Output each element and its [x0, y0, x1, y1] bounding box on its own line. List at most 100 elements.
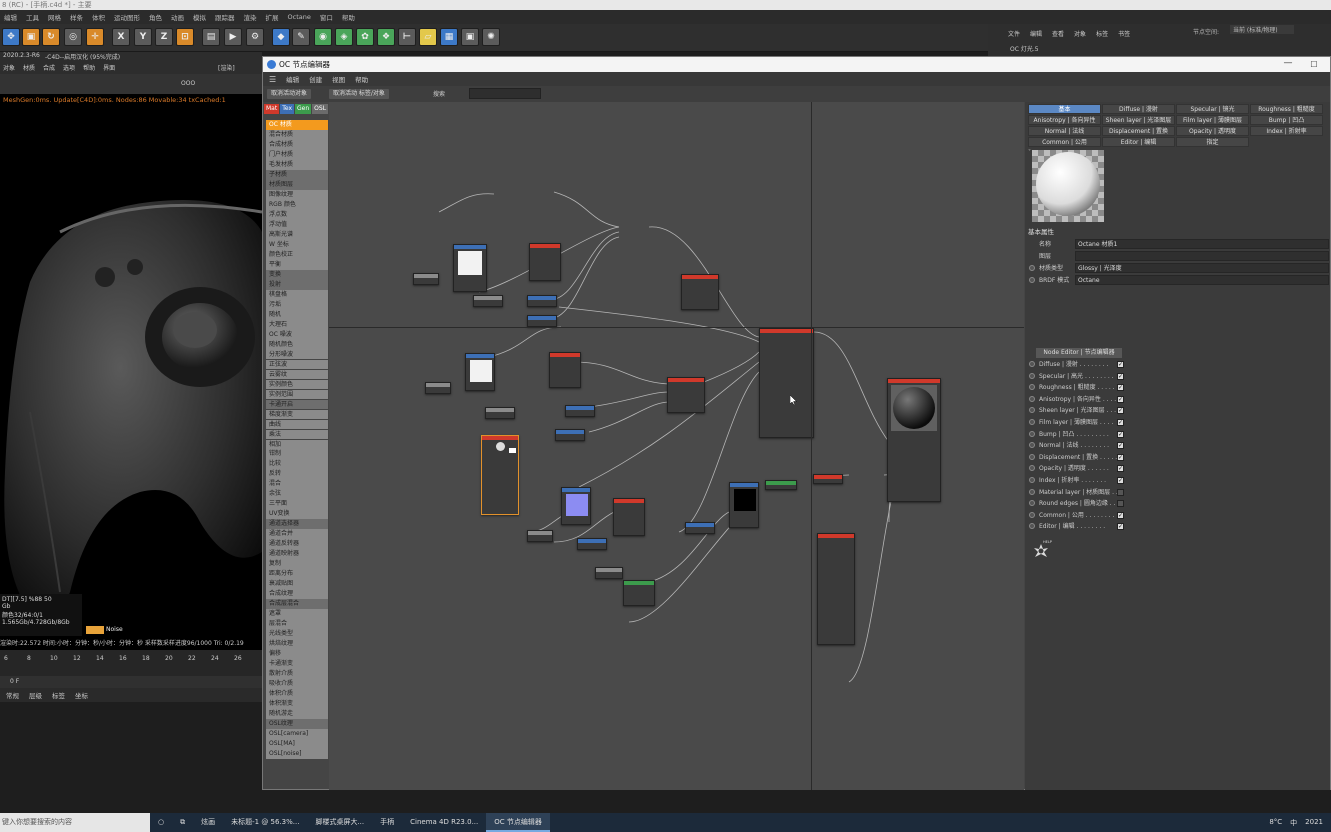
- menu-item[interactable]: 工具: [26, 12, 39, 22]
- name-field[interactable]: Octane 材质1: [1075, 239, 1329, 249]
- octane-material-node-2[interactable]: [817, 533, 855, 645]
- node-list-item[interactable]: 高斯光谱: [266, 229, 328, 240]
- menu-item[interactable]: 样条: [70, 12, 83, 22]
- node-list-item[interactable]: 三平面: [266, 499, 328, 510]
- taskbar-app[interactable]: 脚楼式桌屏大...: [307, 813, 372, 832]
- projection-node[interactable]: [473, 295, 503, 307]
- octane-menu-item[interactable]: 视图: [332, 74, 345, 84]
- node-list-item[interactable]: 平衡: [266, 259, 328, 270]
- viewport-menu-item[interactable]: 对象: [3, 63, 15, 72]
- composite-node[interactable]: [667, 377, 705, 413]
- tray-item[interactable]: 8°C: [1269, 818, 1282, 828]
- property-tab[interactable]: Film layer | 薄膜图层: [1176, 115, 1249, 125]
- select-tool-icon[interactable]: ◎: [64, 28, 82, 46]
- node-list-item[interactable]: 比较: [266, 459, 328, 470]
- float-node-1[interactable]: [527, 295, 557, 307]
- help-icon[interactable]: [1032, 542, 1050, 560]
- property-tab[interactable]: Specular | 镜光: [1176, 104, 1249, 114]
- node-list-item[interactable]: 通道反转器: [266, 539, 328, 550]
- menu-item[interactable]: 动画: [171, 12, 184, 22]
- channel-checkbox[interactable]: ✓: [1117, 442, 1124, 450]
- node-list-item[interactable]: 衰减贴图: [266, 579, 328, 590]
- node-list-item[interactable]: 实例范围: [266, 389, 328, 400]
- node-list-item[interactable]: OSL纹理: [266, 719, 328, 729]
- node-list-item[interactable]: 距离分布: [266, 569, 328, 580]
- node-list-item[interactable]: 棋盘格: [266, 289, 328, 300]
- node-list-item[interactable]: RGB 颜色: [266, 199, 328, 210]
- om-menu-item[interactable]: 对象: [1074, 29, 1086, 38]
- animate-radio-icon[interactable]: [1029, 419, 1035, 425]
- channel-checkbox[interactable]: ✓: [1117, 453, 1124, 461]
- animate-radio-icon[interactable]: [1029, 477, 1035, 483]
- menu-item[interactable]: 模拟: [193, 12, 206, 22]
- channel-checkbox[interactable]: ✓: [1117, 477, 1124, 484]
- y-axis-icon[interactable]: Y: [134, 28, 152, 46]
- timeline[interactable]: 6 8 10 12 14 16 18 20 22 24 26: [0, 650, 262, 676]
- material-type-select[interactable]: Glossy | 光泽度: [1075, 263, 1329, 273]
- taskbar-app[interactable]: 炫画: [193, 813, 223, 832]
- node-list-item[interactable]: 浮动值: [266, 219, 328, 230]
- taskbar-app[interactable]: 未标题-1 @ 56.3%...: [223, 813, 307, 832]
- property-tab[interactable]: 指定: [1176, 137, 1249, 147]
- animate-radio-icon[interactable]: [1029, 361, 1035, 367]
- node-list-item[interactable]: UV变换: [266, 509, 328, 520]
- object-item[interactable]: OC 灯光.5: [1010, 44, 1039, 53]
- taskbar-app[interactable]: Cinema 4D R23.0...: [402, 813, 486, 832]
- node-editor-button[interactable]: Node Editor | 节点编辑器: [1036, 348, 1122, 358]
- property-tab[interactable]: Diffuse | 漫射: [1102, 104, 1175, 114]
- animate-radio-icon[interactable]: [1029, 511, 1035, 518]
- animate-radio-icon[interactable]: [1029, 384, 1035, 391]
- fracture-icon[interactable]: ❖: [377, 28, 395, 46]
- node-canvas[interactable]: [329, 102, 1024, 790]
- node-list-item[interactable]: 光线类型: [266, 629, 328, 640]
- rotate-tool-icon[interactable]: ↻: [42, 28, 60, 46]
- node-list-item[interactable]: OSL[noise]: [266, 749, 328, 759]
- channel-checkbox[interactable]: [1117, 488, 1124, 496]
- transform-node-2[interactable]: [425, 382, 451, 394]
- node-list-item[interactable]: 投射: [266, 279, 328, 290]
- node-list-item[interactable]: 材质图层: [266, 179, 328, 190]
- octane-material-node[interactable]: [759, 328, 814, 438]
- menu-item[interactable]: 角色: [149, 12, 162, 22]
- mix-node[interactable]: [681, 274, 719, 310]
- material-node-selected[interactable]: [481, 435, 519, 515]
- pen-icon[interactable]: ✎: [292, 28, 310, 46]
- float-node-2[interactable]: [527, 315, 557, 327]
- image-texture-node-2[interactable]: [465, 353, 495, 391]
- animate-radio-icon[interactable]: [1029, 500, 1035, 507]
- minimize-icon[interactable]: —: [1281, 57, 1295, 72]
- node-list-item[interactable]: OC 材质: [266, 120, 328, 130]
- node-list-item[interactable]: 梯度渐变: [266, 409, 328, 420]
- menu-item[interactable]: 渲染: [244, 12, 257, 22]
- color-correct-node[interactable]: [549, 352, 581, 388]
- menu-item[interactable]: 网格: [48, 12, 61, 22]
- scene-box[interactable]: OOO: [181, 80, 195, 87]
- node-list-item[interactable]: 随机游走: [266, 709, 328, 719]
- property-tab[interactable]: Common | 公用: [1028, 137, 1101, 147]
- attribute-tab[interactable]: 层级: [29, 690, 42, 700]
- node-list-item[interactable]: OSL[camera]: [266, 729, 328, 739]
- animate-radio-icon[interactable]: [1029, 430, 1035, 437]
- node-list-item[interactable]: 钳制: [266, 449, 328, 460]
- animate-radio-icon[interactable]: [1029, 523, 1035, 530]
- node-list-item[interactable]: 偏移: [266, 649, 328, 660]
- node-list-item[interactable]: 混合材质: [266, 129, 328, 140]
- curve-node[interactable]: [765, 480, 797, 490]
- animate-radio-icon[interactable]: [1029, 395, 1035, 402]
- move-tool-icon[interactable]: ✥: [2, 28, 20, 46]
- node-list-item[interactable]: 通道映射器: [266, 549, 328, 560]
- node-list-item[interactable]: 污垢: [266, 299, 328, 310]
- task-view-icon[interactable]: ⧉: [172, 813, 193, 832]
- node-list-item[interactable]: 颜色校正: [266, 249, 328, 260]
- viewport-menu-item[interactable]: 选项: [63, 63, 75, 72]
- channel-checkbox[interactable]: ✓: [1117, 407, 1124, 415]
- viewport-menu-item[interactable]: 合成: [43, 63, 55, 72]
- taskbar-app[interactable]: 手柄: [372, 813, 402, 832]
- property-tab[interactable]: Sheen layer | 光泽图层: [1102, 115, 1175, 125]
- channel-checkbox[interactable]: ✓: [1117, 430, 1124, 438]
- cube-icon[interactable]: ◆: [272, 28, 290, 46]
- z-axis-icon[interactable]: Z: [155, 28, 173, 46]
- octane-menu-item[interactable]: 创建: [309, 74, 322, 84]
- node-list-item[interactable]: OC 噪波: [266, 329, 328, 340]
- octane-menu-item[interactable]: 编辑: [286, 74, 299, 84]
